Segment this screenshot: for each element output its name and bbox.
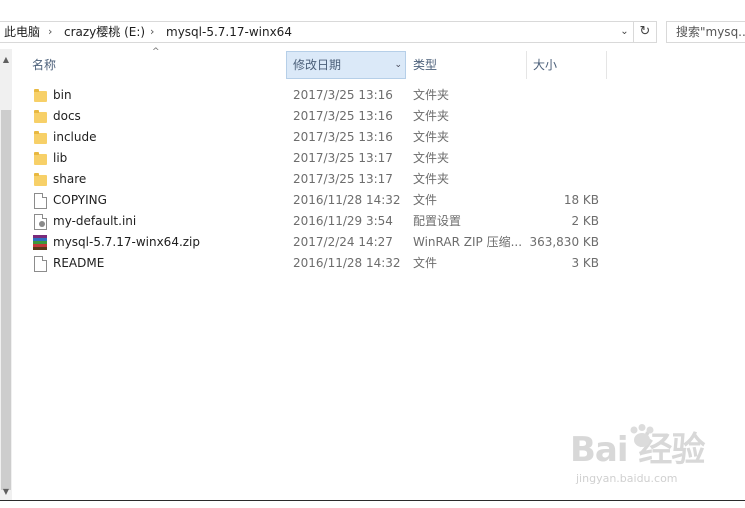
breadcrumb-drive-e[interactable]: crazy樱桃 (E:) bbox=[64, 22, 145, 42]
folder-icon bbox=[32, 88, 48, 103]
file-name: COPYING bbox=[53, 193, 107, 207]
file-icon bbox=[32, 256, 48, 272]
file-name: include bbox=[53, 130, 97, 144]
file-name: my-default.ini bbox=[53, 214, 137, 228]
address-bar-row: 此电脑 › crazy樱桃 (E:) › mysql-5.7.17-winx64… bbox=[0, 18, 745, 47]
file-name: docs bbox=[53, 109, 81, 123]
file-date: 2017/3/25 13:17 bbox=[293, 172, 393, 186]
file-type: 文件 bbox=[413, 256, 438, 270]
file-size: 2 KB bbox=[571, 214, 599, 228]
column-header-date-label: 修改日期 bbox=[293, 58, 342, 72]
file-name: share bbox=[53, 172, 87, 186]
file-row-my-default-ini[interactable]: my-default.ini 2016/11/29 3:54 配置设置 2 KB bbox=[14, 211, 614, 232]
file-row-bin[interactable]: bin 2017/3/25 13:16 文件夹 bbox=[14, 85, 614, 106]
folder-icon bbox=[32, 109, 48, 124]
file-row-share[interactable]: share 2017/3/25 13:17 文件夹 bbox=[14, 169, 614, 190]
file-list: bin 2017/3/25 13:16 文件夹 docs 2017/3/25 1… bbox=[14, 85, 614, 274]
file-size: 18 KB bbox=[563, 193, 599, 207]
file-date: 2017/3/25 13:16 bbox=[293, 88, 393, 102]
file-date: 2016/11/29 3:54 bbox=[293, 214, 393, 228]
column-header-name[interactable]: 名称 bbox=[32, 51, 56, 79]
ini-file-icon bbox=[32, 214, 48, 230]
column-divider[interactable] bbox=[606, 51, 607, 79]
file-icon bbox=[32, 193, 48, 209]
column-header-type[interactable]: 类型 bbox=[413, 51, 437, 79]
breadcrumb-this-pc[interactable]: 此电脑 bbox=[4, 22, 40, 42]
file-size bbox=[499, 127, 599, 148]
file-size bbox=[499, 106, 599, 127]
vertical-scrollbar[interactable]: ▲ ▼ bbox=[0, 49, 12, 500]
refresh-button[interactable]: ↻ bbox=[633, 21, 657, 43]
file-size bbox=[499, 85, 599, 106]
column-header-date[interactable]: 修改日期 ⌄ bbox=[286, 51, 406, 79]
chevron-down-icon[interactable]: ⌄ bbox=[616, 22, 633, 42]
watermark-url: jingyan.baidu.com bbox=[576, 472, 678, 485]
file-date: 2016/11/28 14:32 bbox=[293, 256, 401, 270]
file-date: 2016/11/28 14:32 bbox=[293, 193, 401, 207]
file-row-readme[interactable]: README 2016/11/28 14:32 文件 3 KB bbox=[14, 253, 614, 274]
folder-icon bbox=[32, 151, 48, 166]
file-row-mysql-zip[interactable]: mysql-5.7.17-winx64.zip 2017/2/24 14:27 … bbox=[14, 232, 614, 253]
chevron-right-icon[interactable]: › bbox=[48, 22, 52, 42]
folder-icon bbox=[32, 172, 48, 187]
column-divider[interactable] bbox=[526, 51, 527, 79]
file-type: 文件夹 bbox=[413, 172, 450, 186]
file-type: 文件夹 bbox=[413, 88, 450, 102]
file-date: 2017/3/25 13:16 bbox=[293, 109, 393, 123]
file-row-lib[interactable]: lib 2017/3/25 13:17 文件夹 bbox=[14, 148, 614, 169]
folder-icon bbox=[32, 130, 48, 145]
column-header: ^ 名称 修改日期 ⌄ 类型 大小 bbox=[14, 47, 745, 79]
file-type: 文件夹 bbox=[413, 151, 450, 165]
address-bar[interactable]: 此电脑 › crazy樱桃 (E:) › mysql-5.7.17-winx64… bbox=[0, 21, 634, 43]
winrar-archive-icon bbox=[32, 235, 48, 250]
sort-ascending-icon: ^ bbox=[152, 47, 160, 57]
file-type: 配置设置 bbox=[413, 214, 462, 228]
file-name: mysql-5.7.17-winx64.zip bbox=[53, 235, 201, 249]
file-name: bin bbox=[53, 88, 72, 102]
file-type: 文件夹 bbox=[413, 109, 450, 123]
scroll-down-arrow-icon[interactable]: ▼ bbox=[0, 487, 12, 497]
chevron-down-icon[interactable]: ⌄ bbox=[394, 52, 402, 78]
file-row-docs[interactable]: docs 2017/3/25 13:16 文件夹 bbox=[14, 106, 614, 127]
column-header-size[interactable]: 大小 bbox=[533, 51, 557, 79]
paw-icon bbox=[630, 424, 654, 447]
file-size bbox=[499, 148, 599, 169]
file-type: 文件夹 bbox=[413, 130, 450, 144]
file-name: lib bbox=[53, 151, 68, 165]
chevron-right-icon[interactable]: › bbox=[150, 22, 154, 42]
file-size bbox=[499, 169, 599, 190]
file-date: 2017/3/25 13:16 bbox=[293, 130, 393, 144]
file-name: README bbox=[53, 256, 105, 270]
scroll-up-arrow-icon[interactable]: ▲ bbox=[0, 55, 12, 65]
file-row-copying[interactable]: COPYING 2016/11/28 14:32 文件 18 KB bbox=[14, 190, 614, 211]
file-size: 363,830 KB bbox=[529, 235, 599, 249]
file-row-include[interactable]: include 2017/3/25 13:16 文件夹 bbox=[14, 127, 614, 148]
baidu-watermark: Bai 经验 jingyan.baidu.com bbox=[570, 424, 705, 485]
file-type: 文件 bbox=[413, 193, 438, 207]
breadcrumb-mysql-folder[interactable]: mysql-5.7.17-winx64 bbox=[166, 22, 292, 42]
file-size: 3 KB bbox=[571, 256, 599, 270]
file-date: 2017/3/25 13:17 bbox=[293, 151, 393, 165]
search-input[interactable]: 搜索"mysq... bbox=[666, 21, 745, 43]
scrollbar-thumb[interactable] bbox=[1, 110, 11, 490]
refresh-icon: ↻ bbox=[639, 24, 651, 39]
file-date: 2017/2/24 14:27 bbox=[293, 235, 393, 249]
